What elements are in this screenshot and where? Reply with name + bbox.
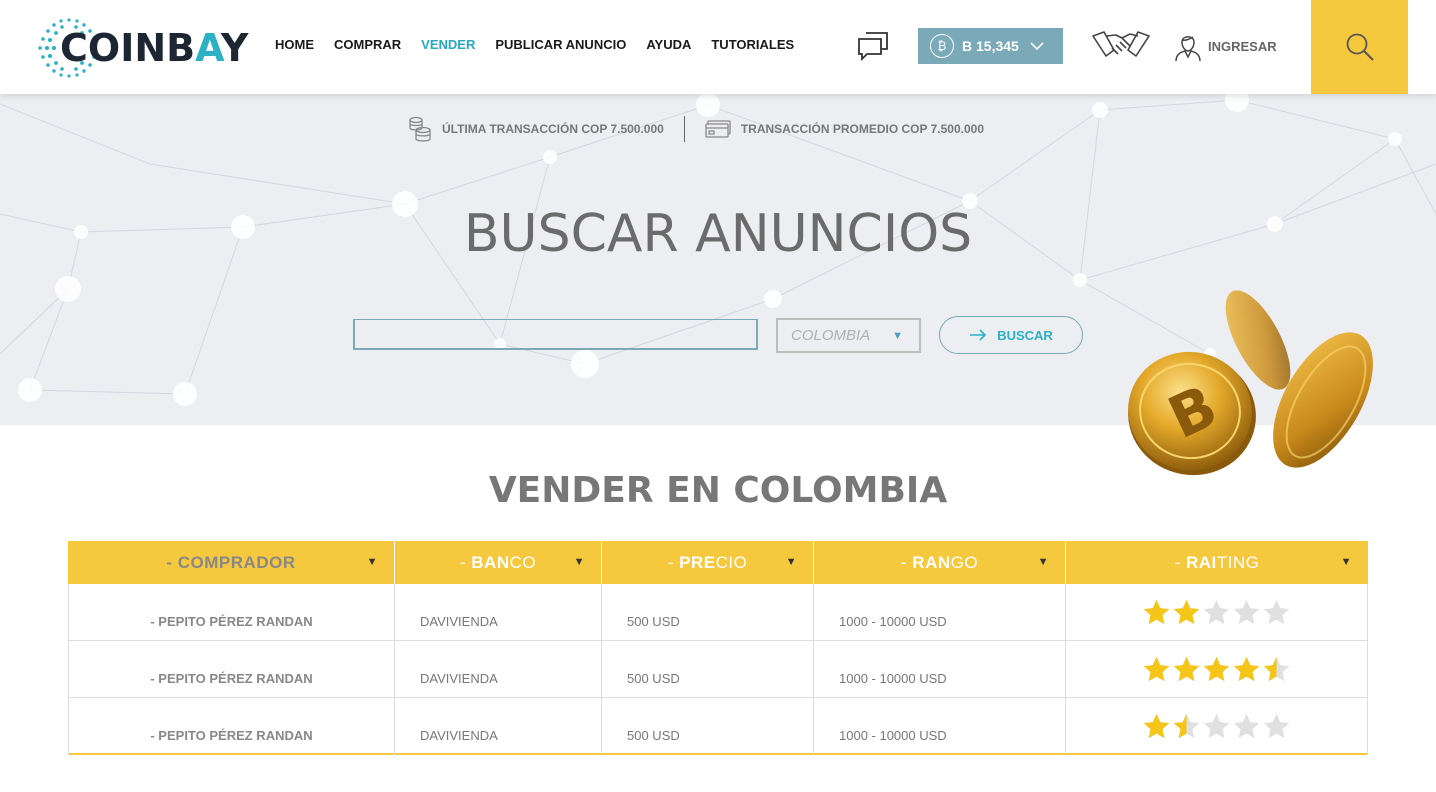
nav-ayuda[interactable]: AYUDA [646,37,691,52]
nav-tutoriales[interactable]: TUTORIALES [711,37,794,52]
transaction-stats: ÚLTIMA TRANSACCIÓN COP 7.500.000 TRANSAC… [408,116,984,142]
star-icon [1263,599,1290,625]
login-label: INGRESAR [1208,38,1277,54]
sort-arrow-icon: ▼ [573,556,585,568]
coin-stack-icon [409,116,431,142]
star-icon [1173,599,1200,625]
star-icon [1233,656,1260,682]
range-cell: 1000 - 10000 USD [814,584,1066,641]
range-cell: 1000 - 10000 USD [814,641,1066,698]
user-icon [1175,36,1201,62]
star-icon [1233,713,1260,739]
column-header-raiting[interactable]: - RAI TING ▼ [1066,541,1368,584]
country-select-value: COLOMBIA [791,327,871,344]
nav-publicar-anuncio[interactable]: PUBLICAR ANUNCIO [495,37,626,52]
table-header: - COMPRA DOR ▼ - BAN CO ▼ - PRE CIO ▼ - RAN… [68,541,1368,584]
star-icon [1143,599,1170,625]
coinbay-logo[interactable]: COINBAY [36,16,248,80]
btc-balance-amount: B 15,345 [962,38,1019,54]
table-row[interactable]: - PEPITO PÉREZ RANDAN DAVIVIENDA 500 USD… [68,584,1368,641]
star-icon [1203,656,1230,682]
rating-cell [1066,641,1368,698]
bitcoin-coin-icon: ₿ [930,34,954,58]
login-link[interactable]: INGRESAR [1172,30,1277,62]
last-transaction-label: ÚLTIMA TRANSACCIÓN COP 7.500.000 [442,122,664,136]
price-cell: 500 USD [602,641,814,698]
star-icon [1263,656,1290,682]
star-icon [1143,713,1170,739]
column-header-comprador[interactable]: - COMPRA DOR ▼ [68,541,395,584]
star-rating [1142,712,1291,740]
column-header-banco[interactable]: - BAN CO ▼ [395,541,602,584]
sort-arrow-icon: ▼ [1037,556,1049,568]
bank-cell: DAVIVIENDA [395,698,602,755]
nav-comprar[interactable]: COMPRAR [334,37,401,52]
buyer-cell: - PEPITO PÉREZ RANDAN [68,698,395,755]
buyer-cell: - PEPITO PÉREZ RANDAN [68,584,395,641]
price-cell: 500 USD [602,584,814,641]
handshake-icon[interactable] [1092,28,1150,62]
chevron-down-icon [1030,42,1044,51]
sort-arrow-icon: ▼ [1340,556,1352,568]
header-search-button[interactable] [1311,0,1408,94]
average-transaction-label: TRANSACCIÓN PROMEDIO COP 7.500.000 [740,122,985,136]
table-row[interactable]: - PEPITO PÉREZ RANDAN DAVIVIENDA 500 USD… [68,698,1368,755]
credit-card-icon [705,120,731,138]
chat-bubbles-icon[interactable] [857,30,889,62]
search-button[interactable]: BUSCAR [939,316,1083,354]
stats-divider [683,116,685,142]
star-icon [1173,656,1200,682]
bank-cell: DAVIVIENDA [395,641,602,698]
range-cell: 1000 - 10000 USD [814,698,1066,755]
sort-arrow-icon: ▼ [366,556,378,568]
site-header: COINBAY HOME COMPRAR VENDER PUBLICAR ANU… [0,0,1436,94]
ads-table: - COMPRA DOR ▼ - BAN CO ▼ - PRE CIO ▼ - RAN… [68,541,1368,755]
bitcoin-coins-illustration: B [1128,290,1373,476]
country-select[interactable]: COLOMBIA ▼ [776,318,921,353]
table-row[interactable]: - PEPITO PÉREZ RANDAN DAVIVIENDA 500 USD… [68,641,1368,698]
star-icon [1203,713,1230,739]
star-rating [1142,598,1291,626]
nav-home[interactable]: HOME [275,37,314,52]
last-transaction-stat: ÚLTIMA TRANSACCIÓN COP 7.500.000 [408,116,664,142]
sort-arrow-icon: ▼ [785,556,797,568]
logo-wordmark: COINBAY [60,26,249,70]
page-title: BUSCAR ANUNCIOS [463,204,973,264]
star-icon [1203,599,1230,625]
star-rating [1142,655,1291,683]
rating-cell [1066,584,1368,641]
average-transaction-stat: TRANSACCIÓN PROMEDIO COP 7.500.000 [705,120,984,138]
search-button-label: BUSCAR [997,327,1053,343]
arrow-right-icon [970,329,987,341]
dropdown-arrow-icon: ▼ [892,330,903,342]
rating-cell [1066,698,1368,755]
column-header-precio[interactable]: - PRE CIO ▼ [602,541,814,584]
star-icon [1263,713,1290,739]
search-input[interactable] [353,319,758,350]
main-nav: HOME COMPRAR VENDER PUBLICAR ANUNCIO AYU… [275,37,794,52]
buyer-cell: - PEPITO PÉREZ RANDAN [68,641,395,698]
search-icon [1346,33,1374,61]
bank-cell: DAVIVIENDA [395,584,602,641]
price-cell: 500 USD [602,698,814,755]
star-icon [1143,656,1170,682]
btc-balance-dropdown[interactable]: ₿ B 15,345 [918,28,1063,64]
nav-vender[interactable]: VENDER [421,37,475,52]
star-icon [1173,713,1200,739]
star-icon [1233,599,1260,625]
column-header-rango[interactable]: - RAN GO ▼ [814,541,1066,584]
